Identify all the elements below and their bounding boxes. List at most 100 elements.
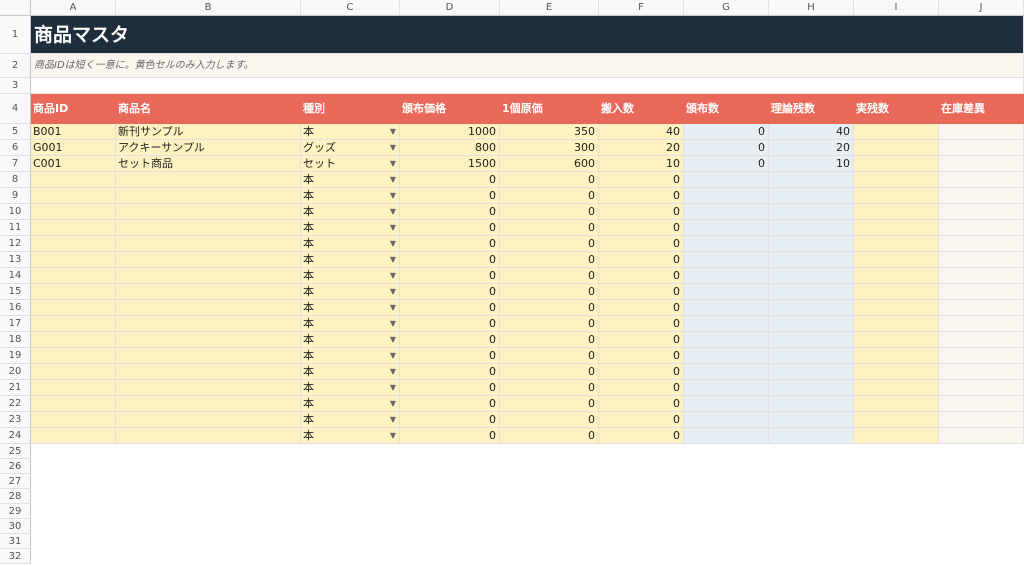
cell-diff[interactable] <box>939 380 1024 396</box>
cell-diff[interactable] <box>939 364 1024 380</box>
dropdown-arrow-icon[interactable]: ▼ <box>390 316 396 331</box>
cell-cost[interactable]: 0 <box>500 348 599 364</box>
cell-type[interactable]: 本 ▼ <box>301 364 400 380</box>
cell-type[interactable]: 本 ▼ <box>301 428 400 444</box>
row-header[interactable]: 26 <box>0 459 31 474</box>
cell-name[interactable]: セット商品 <box>116 156 301 172</box>
cell-id[interactable]: G001 <box>31 140 116 156</box>
cell-price[interactable]: 0 <box>400 380 500 396</box>
row-header[interactable]: 29 <box>0 504 31 519</box>
cell-theory[interactable] <box>769 300 854 316</box>
column-header-g[interactable]: G <box>684 0 769 15</box>
cell-stock-in[interactable]: 0 <box>599 172 684 188</box>
cell-price[interactable]: 0 <box>400 348 500 364</box>
cell-id[interactable] <box>31 428 116 444</box>
cell-diff[interactable] <box>939 204 1024 220</box>
header-cell-diff[interactable]: 在庫差異 <box>939 94 1024 124</box>
cell-diff[interactable] <box>939 156 1024 172</box>
cell-name[interactable] <box>116 364 301 380</box>
cell-type[interactable]: 本 ▼ <box>301 220 400 236</box>
cell-sold[interactable] <box>684 380 769 396</box>
cell-price[interactable]: 1000 <box>400 124 500 140</box>
cell-id[interactable] <box>31 380 116 396</box>
cell-diff[interactable] <box>939 236 1024 252</box>
cell-theory[interactable] <box>769 172 854 188</box>
header-cell-id[interactable]: 商品ID <box>31 94 116 124</box>
cell-actual[interactable] <box>854 236 939 252</box>
cell-stock-in[interactable]: 0 <box>599 364 684 380</box>
cell[interactable] <box>31 78 1024 94</box>
cell-sold[interactable] <box>684 300 769 316</box>
header-cell-price[interactable]: 頒布価格 <box>400 94 500 124</box>
cell-sold[interactable] <box>684 188 769 204</box>
cell-price[interactable]: 0 <box>400 220 500 236</box>
dropdown-arrow-icon[interactable]: ▼ <box>390 396 396 411</box>
cell-sold[interactable]: 0 <box>684 156 769 172</box>
cell-type[interactable]: 本 ▼ <box>301 380 400 396</box>
cell-cost[interactable]: 0 <box>500 220 599 236</box>
page-title[interactable]: 商品マスタ <box>31 16 1024 54</box>
cell-sold[interactable] <box>684 428 769 444</box>
cell-diff[interactable] <box>939 124 1024 140</box>
row-header[interactable]: 12 <box>0 236 31 252</box>
cell-name[interactable]: 新刊サンプル <box>116 124 301 140</box>
cell-price[interactable]: 0 <box>400 172 500 188</box>
cell-actual[interactable] <box>854 252 939 268</box>
cell-sold[interactable] <box>684 204 769 220</box>
cell-theory[interactable] <box>769 396 854 412</box>
cell-sold[interactable] <box>684 172 769 188</box>
cell-diff[interactable] <box>939 316 1024 332</box>
cell-theory[interactable] <box>769 364 854 380</box>
cell-type[interactable]: 本 ▼ <box>301 188 400 204</box>
cell-actual[interactable] <box>854 332 939 348</box>
column-header-j[interactable]: J <box>939 0 1024 15</box>
row-header[interactable]: 24 <box>0 428 31 444</box>
cell-id[interactable] <box>31 316 116 332</box>
cell-name[interactable] <box>116 172 301 188</box>
cell-id[interactable] <box>31 220 116 236</box>
cell-cost[interactable]: 0 <box>500 428 599 444</box>
cell-type[interactable]: 本 ▼ <box>301 396 400 412</box>
cell-price[interactable]: 1500 <box>400 156 500 172</box>
cell-theory[interactable] <box>769 204 854 220</box>
row-header[interactable]: 4 <box>0 94 31 124</box>
cell-price[interactable]: 0 <box>400 204 500 220</box>
dropdown-arrow-icon[interactable]: ▼ <box>390 124 396 139</box>
cell-price[interactable]: 0 <box>400 316 500 332</box>
cell-id[interactable] <box>31 364 116 380</box>
cell-id[interactable] <box>31 252 116 268</box>
cell-name[interactable] <box>116 412 301 428</box>
cell-price[interactable]: 0 <box>400 364 500 380</box>
cell-id[interactable] <box>31 348 116 364</box>
row-header[interactable]: 22 <box>0 396 31 412</box>
cell-theory[interactable] <box>769 252 854 268</box>
cell-actual[interactable] <box>854 268 939 284</box>
row-header[interactable]: 14 <box>0 268 31 284</box>
row-header[interactable]: 11 <box>0 220 31 236</box>
cell-stock-in[interactable]: 40 <box>599 124 684 140</box>
header-cell-stock-in[interactable]: 搬入数 <box>599 94 684 124</box>
cell-theory[interactable]: 10 <box>769 156 854 172</box>
cell-price[interactable]: 0 <box>400 300 500 316</box>
cell-type[interactable]: 本 ▼ <box>301 268 400 284</box>
cell-actual[interactable] <box>854 284 939 300</box>
cell-id[interactable] <box>31 300 116 316</box>
cell-type[interactable]: 本 ▼ <box>301 348 400 364</box>
cell-theory[interactable] <box>769 236 854 252</box>
cell-actual[interactable] <box>854 380 939 396</box>
column-header-f[interactable]: F <box>599 0 684 15</box>
cell-cost[interactable]: 0 <box>500 188 599 204</box>
dropdown-arrow-icon[interactable]: ▼ <box>390 364 396 379</box>
row-header[interactable]: 30 <box>0 519 31 534</box>
cell-stock-in[interactable]: 0 <box>599 348 684 364</box>
cell-sold[interactable] <box>684 220 769 236</box>
cell-theory[interactable] <box>769 412 854 428</box>
column-header-a[interactable]: A <box>31 0 116 15</box>
dropdown-arrow-icon[interactable]: ▼ <box>390 140 396 155</box>
cell-diff[interactable] <box>939 188 1024 204</box>
cell-type[interactable]: グッズ ▼ <box>301 140 400 156</box>
cell-diff[interactable] <box>939 412 1024 428</box>
row-header[interactable]: 9 <box>0 188 31 204</box>
cell-diff[interactable] <box>939 284 1024 300</box>
cell-theory[interactable] <box>769 380 854 396</box>
